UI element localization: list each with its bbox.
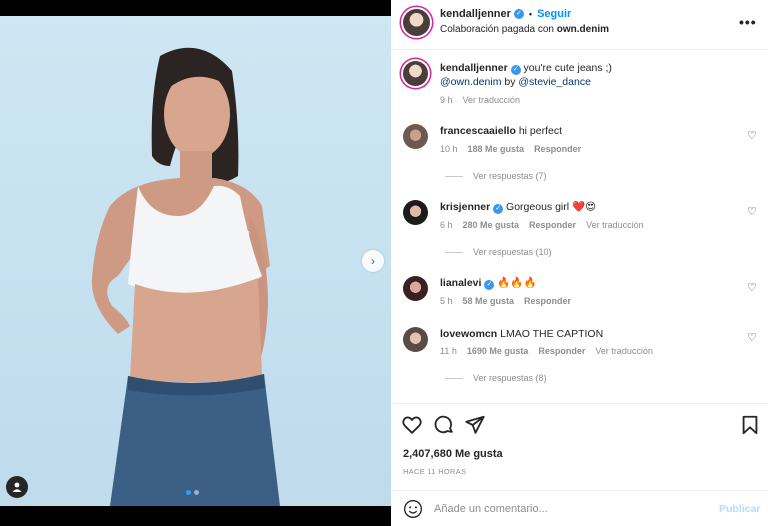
- comment-likes[interactable]: 58 Me gusta: [463, 296, 515, 306]
- comment-time: 5 h: [440, 296, 453, 306]
- view-replies[interactable]: Ver respuestas (7): [445, 171, 547, 181]
- comment-username[interactable]: francescaaiello: [440, 125, 516, 137]
- model-photo-illustration: [91, 47, 280, 506]
- reply-button[interactable]: Responder: [524, 296, 571, 306]
- reply-button[interactable]: Responder: [529, 220, 576, 230]
- caption-time: 9 h: [440, 95, 453, 105]
- comment-time: 6 h: [440, 220, 453, 230]
- view-replies[interactable]: Ver respuestas (10): [445, 247, 552, 257]
- caption-mention-link[interactable]: @own.denim: [440, 76, 501, 88]
- comment-line: lovewomcn LMAO THE CAPTION: [440, 327, 603, 341]
- comment-likes[interactable]: 1690 Me gusta: [467, 346, 529, 356]
- comment-time: 10 h: [440, 144, 458, 154]
- post-details-panel: kendalljenner ✓ • Seguir Colaboración pa…: [391, 0, 768, 526]
- author-avatar[interactable]: [403, 9, 430, 36]
- comment-avatar[interactable]: [403, 276, 428, 301]
- view-replies[interactable]: Ver respuestas (8): [445, 373, 547, 383]
- comment-username[interactable]: krisjenner: [440, 201, 490, 213]
- bookmark-icon[interactable]: [739, 414, 761, 436]
- carousel-indicator: [186, 490, 199, 495]
- paid-partnership-label: Colaboración pagada con: [440, 24, 554, 35]
- see-translation-link[interactable]: Ver traducción: [595, 346, 653, 356]
- user-tag-icon: [12, 482, 22, 492]
- post-timestamp: HACE 11 HORAS: [403, 467, 467, 476]
- tagged-users-button[interactable]: [6, 476, 28, 498]
- caption-username[interactable]: kendalljenner: [440, 62, 508, 74]
- post-actions: 2,407,680 Me gusta HACE 11 HORAS: [391, 403, 768, 490]
- like-comment-heart-icon[interactable]: ♡: [747, 281, 757, 294]
- comment-time: 11 h: [440, 346, 457, 356]
- publish-button[interactable]: Publicar: [719, 503, 760, 515]
- chevron-right-icon: ›: [371, 254, 375, 268]
- comment-likes[interactable]: 188 Me gusta: [468, 144, 525, 154]
- comment-avatar[interactable]: [403, 200, 428, 225]
- caption-mention-link[interactable]: @stevie_dance: [518, 76, 591, 88]
- comment-meta: 5 h 58 Me gusta Responder: [440, 296, 571, 306]
- caption-by: by: [504, 76, 516, 88]
- comment-username[interactable]: lovewomcn: [440, 328, 497, 340]
- more-options-icon[interactable]: •••: [739, 14, 757, 30]
- view-replies-label[interactable]: Ver respuestas (7): [473, 171, 547, 181]
- view-replies-label[interactable]: Ver respuestas (8): [473, 373, 547, 383]
- carousel-dot: [194, 490, 199, 495]
- sponsor-link[interactable]: own.denim: [557, 24, 609, 35]
- reply-button[interactable]: Responder: [534, 144, 581, 154]
- caption-meta: 9 h Ver traducción: [440, 95, 520, 105]
- like-comment-heart-icon[interactable]: ♡: [747, 205, 757, 218]
- carousel-dot: [186, 490, 191, 495]
- caption-avatar[interactable]: [403, 61, 428, 86]
- verified-icon: ✓: [493, 204, 504, 214]
- paper-plane-icon[interactable]: [464, 414, 486, 436]
- comment-text: 🔥🔥🔥: [497, 277, 537, 289]
- instagram-post-modal: › kendalljenner ✓ • Seguir Colaboración …: [0, 0, 768, 526]
- likes-count[interactable]: 2,407,680 Me gusta: [403, 448, 503, 460]
- post-photo[interactable]: [0, 16, 391, 506]
- heart-icon[interactable]: [401, 414, 423, 436]
- replies-divider: [445, 175, 463, 177]
- author-line: kendalljenner ✓ • Seguir: [440, 8, 571, 20]
- comment-meta: 10 h 188 Me gusta Responder: [440, 144, 581, 154]
- comment-likes[interactable]: 280 Me gusta: [463, 220, 520, 230]
- see-translation-link[interactable]: Ver traducción: [463, 95, 521, 105]
- comment-text: Gorgeous girl ❤️😍: [506, 201, 597, 213]
- post-header: kendalljenner ✓ • Seguir Colaboración pa…: [391, 0, 768, 50]
- comment-line: krisjenner ✓ Gorgeous girl ❤️😍: [440, 200, 596, 214]
- author-username[interactable]: kendalljenner: [440, 8, 511, 20]
- comment-composer: Publicar: [391, 490, 768, 526]
- comment-username[interactable]: lianalevi: [440, 277, 481, 289]
- comment-text: hi perfect: [518, 125, 563, 137]
- verified-icon: ✓: [513, 9, 524, 19]
- caption-text: you're cute jeans ;): [523, 62, 612, 74]
- next-slide-button[interactable]: ›: [362, 250, 384, 272]
- like-comment-heart-icon[interactable]: ♡: [747, 331, 757, 344]
- comment-icon[interactable]: [433, 414, 455, 436]
- replies-divider: [445, 377, 463, 379]
- comment-avatar[interactable]: [403, 327, 428, 352]
- follow-button[interactable]: Seguir: [537, 8, 571, 20]
- comment-avatar[interactable]: [403, 124, 428, 149]
- view-replies-label[interactable]: Ver respuestas (10): [473, 247, 552, 257]
- caption-line: kendalljenner ✓ you're cute jeans ;): [440, 61, 612, 75]
- comments-section: kendalljenner ✓ you're cute jeans ;) @ow…: [391, 51, 768, 403]
- see-translation-link[interactable]: Ver traducción: [586, 220, 644, 230]
- comment-meta: 11 h 1690 Me gusta Responder Ver traducc…: [440, 346, 653, 356]
- paid-partnership: Colaboración pagada con own.denim: [440, 24, 609, 35]
- post-media: ›: [0, 0, 391, 526]
- verified-icon: ✓: [510, 65, 521, 75]
- comment-text: LMAO THE CAPTION: [500, 328, 604, 340]
- reply-button[interactable]: Responder: [538, 346, 585, 356]
- caption-mentions: @own.denim by @stevie_dance: [440, 75, 591, 89]
- comment-meta: 6 h 280 Me gusta Responder Ver traducció…: [440, 220, 644, 230]
- comment-line: francescaaiello hi perfect: [440, 124, 562, 138]
- comment-input[interactable]: [434, 499, 704, 519]
- emoji-icon[interactable]: [403, 499, 423, 519]
- like-comment-heart-icon[interactable]: ♡: [747, 129, 757, 142]
- comment-line: lianalevi ✓ 🔥🔥🔥: [440, 276, 537, 290]
- replies-divider: [445, 251, 463, 253]
- separator-dot: •: [528, 9, 533, 19]
- verified-icon: ✓: [484, 280, 495, 290]
